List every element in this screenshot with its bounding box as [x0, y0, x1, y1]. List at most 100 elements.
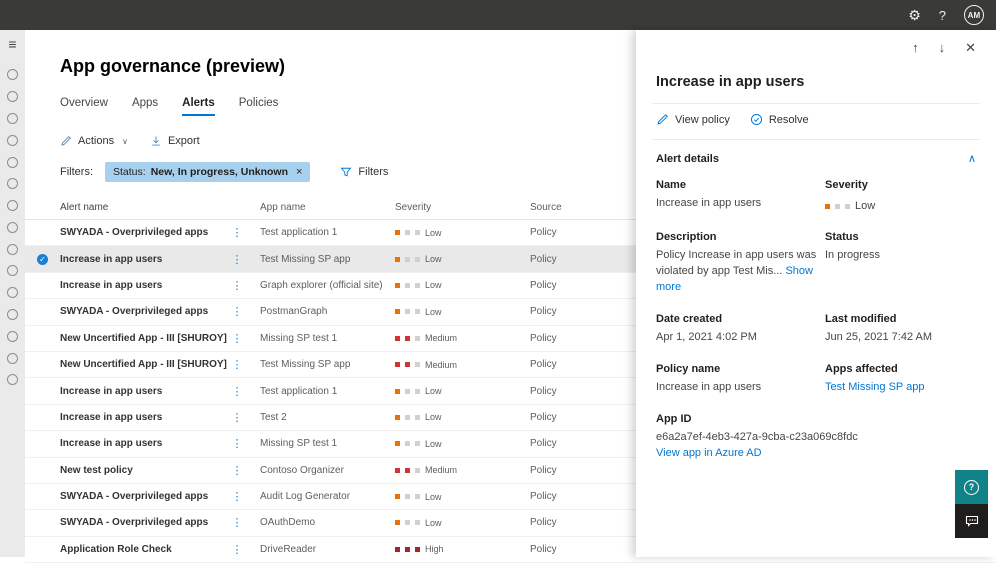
- severity-square-icon: [405, 362, 410, 368]
- nav-placeholder-icon[interactable]: [7, 91, 18, 103]
- next-alert-icon[interactable]: ↓: [939, 40, 946, 56]
- nav-placeholder-icon[interactable]: [7, 200, 18, 212]
- chevron-up-icon[interactable]: ∧: [968, 152, 976, 165]
- row-more-actions-icon[interactable]: ⋮: [227, 543, 247, 556]
- severity-square-icon: [395, 520, 400, 526]
- field-app-id: App ID e6a2a7ef-4eb3-427a-9cba-c23a069c8…: [656, 413, 976, 462]
- nav-placeholder-icon[interactable]: [7, 330, 18, 342]
- severity-square-icon: [835, 204, 840, 209]
- severity-cell: High: [395, 544, 530, 554]
- severity-label: Low: [425, 306, 442, 317]
- severity-label: Low: [425, 412, 442, 423]
- help-icon[interactable]: ?: [939, 9, 946, 22]
- divider: [652, 139, 980, 140]
- floating-buttons: ?: [955, 470, 988, 538]
- field-date-created: Date created Apr 1, 2021 4:02 PM: [656, 313, 757, 344]
- alert-name-cell[interactable]: SWYADA - Overprivileged apps: [60, 491, 227, 502]
- alert-name-cell[interactable]: SWYADA - Overprivileged apps: [60, 517, 227, 528]
- row-more-actions-icon[interactable]: ⋮: [227, 305, 247, 318]
- nav-placeholder-icon[interactable]: [7, 374, 18, 386]
- nav-placeholder-icon[interactable]: [7, 112, 18, 124]
- nav-placeholder-icon[interactable]: [7, 69, 18, 81]
- row-more-actions-icon[interactable]: ⋮: [227, 332, 247, 345]
- actions-button[interactable]: Actions ∨: [60, 135, 128, 147]
- alert-name-cell[interactable]: New test policy: [60, 465, 227, 476]
- tab-overview[interactable]: Overview: [60, 97, 108, 116]
- nav-placeholder-icon[interactable]: [7, 178, 18, 190]
- row-more-actions-icon[interactable]: ⋮: [227, 490, 247, 503]
- apps-affected-link[interactable]: Test Missing SP app: [825, 381, 924, 393]
- filters-button[interactable]: Filters: [340, 166, 388, 178]
- alert-name-cell[interactable]: Increase in app users: [60, 280, 227, 291]
- tab-alerts[interactable]: Alerts: [182, 97, 215, 116]
- avatar[interactable]: AM: [964, 5, 984, 25]
- severity-label: Low: [425, 254, 442, 265]
- app-name-cell: Contoso Organizer: [260, 464, 344, 476]
- severity-square-icon: [415, 230, 420, 236]
- view-app-azure-ad-link[interactable]: View app in Azure AD: [656, 447, 762, 459]
- chip-dismiss-icon[interactable]: ×: [296, 166, 302, 178]
- field-last-modified: Last modified Jun 25, 2021 7:42 AM: [825, 313, 933, 344]
- severity-label: Low: [425, 517, 442, 528]
- selected-check-icon[interactable]: ✓: [37, 253, 48, 265]
- severity-square-icon: [395, 388, 400, 394]
- severity-square-icon: [405, 494, 410, 500]
- severity-square-icon: [415, 256, 420, 262]
- alert-name-cell[interactable]: Increase in app users: [60, 254, 227, 265]
- tab-apps[interactable]: Apps: [132, 97, 158, 116]
- alert-name-cell[interactable]: Increase in app users: [60, 438, 227, 449]
- field-name: Name Increase in app users: [656, 179, 762, 209]
- alert-name-cell[interactable]: New Uncertified App - III [SHUROY]: [60, 359, 227, 370]
- severity-cell: Low: [395, 307, 530, 317]
- nav-placeholder-icon[interactable]: [7, 352, 18, 364]
- row-select-cell[interactable]: ✓: [25, 253, 60, 265]
- nav-placeholder-icon[interactable]: [7, 265, 18, 277]
- severity-cell: Low: [395, 492, 530, 502]
- row-more-actions-icon[interactable]: ⋮: [227, 516, 247, 529]
- alert-name-cell[interactable]: Increase in app users: [60, 386, 227, 397]
- severity-label: Medium: [425, 359, 458, 370]
- chevron-down-icon: ∨: [122, 136, 128, 146]
- severity-cell: Low: [395, 386, 530, 396]
- view-policy-button[interactable]: View policy: [656, 113, 730, 126]
- row-more-actions-icon[interactable]: ⋮: [227, 385, 247, 398]
- row-more-actions-icon[interactable]: ⋮: [227, 279, 247, 292]
- nav-placeholder-icon[interactable]: [7, 243, 18, 255]
- row-more-actions-icon[interactable]: ⋮: [227, 358, 247, 371]
- app-name-cell: Graph explorer (official site): [260, 279, 383, 291]
- nav-placeholder-icon[interactable]: [7, 287, 18, 299]
- status-filter-chip[interactable]: Status: New, In progress, Unknown ×: [105, 162, 311, 182]
- feedback-button[interactable]: [955, 504, 988, 538]
- severity-square-icon: [825, 204, 830, 209]
- hamburger-menu-icon[interactable]: ≡: [8, 36, 16, 52]
- support-help-button[interactable]: ?: [955, 470, 988, 504]
- feedback-bubble-icon: [965, 515, 978, 527]
- row-more-actions-icon[interactable]: ⋮: [227, 253, 247, 266]
- row-more-actions-icon[interactable]: ⋮: [227, 437, 247, 450]
- tab-policies[interactable]: Policies: [239, 97, 279, 116]
- close-icon[interactable]: ✕: [965, 40, 976, 56]
- row-more-actions-icon[interactable]: ⋮: [227, 411, 247, 424]
- row-more-actions-icon[interactable]: ⋮: [227, 464, 247, 477]
- alert-name-cell[interactable]: SWYADA - Overprivileged apps: [60, 306, 227, 317]
- row-more-actions-icon[interactable]: ⋮: [227, 226, 247, 239]
- alert-details-panel: ↑ ↓ ✕ Increase in app users View policy …: [636, 30, 996, 557]
- alert-details-section-header[interactable]: Alert details ∧: [656, 152, 976, 166]
- col-header-severity[interactable]: Severity: [395, 202, 530, 213]
- nav-placeholder-icon[interactable]: [7, 308, 18, 320]
- alert-name-cell[interactable]: Increase in app users: [60, 412, 227, 423]
- col-header-alert-name[interactable]: Alert name: [60, 202, 227, 213]
- alert-name-cell[interactable]: SWYADA - Overprivileged apps: [60, 227, 227, 238]
- nav-placeholder-icon[interactable]: [7, 221, 18, 233]
- severity-square-icon: [395, 414, 400, 420]
- col-header-app-name[interactable]: App name: [247, 202, 395, 213]
- export-button[interactable]: Export: [150, 135, 200, 147]
- alert-name-cell[interactable]: Application Role Check: [60, 544, 227, 555]
- settings-gear-icon[interactable]: ⚙: [908, 8, 921, 22]
- severity-label: Medium: [425, 333, 458, 344]
- nav-placeholder-icon[interactable]: [7, 156, 18, 168]
- nav-placeholder-icon[interactable]: [7, 134, 18, 146]
- previous-alert-icon[interactable]: ↑: [912, 40, 919, 56]
- alert-name-cell[interactable]: New Uncertified App - III [SHUROY]: [60, 333, 227, 344]
- resolve-button[interactable]: Resolve: [750, 113, 809, 126]
